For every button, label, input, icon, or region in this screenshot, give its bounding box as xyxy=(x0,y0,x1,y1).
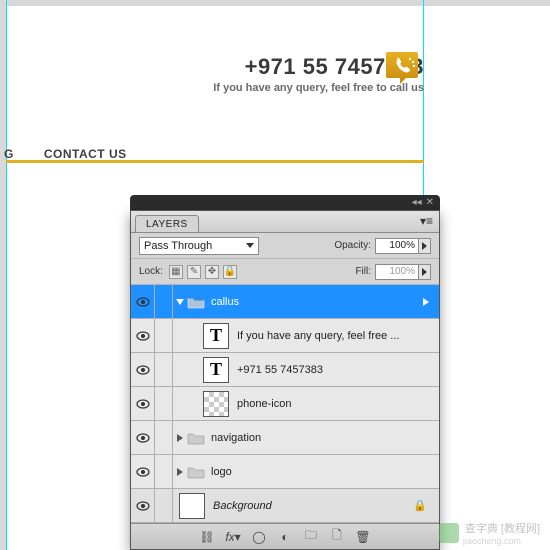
watermark-url: jiaocheng.com xyxy=(463,536,540,546)
new-layer-icon[interactable]: 🗋 xyxy=(329,529,345,545)
blend-mode-select[interactable]: Pass Through xyxy=(139,237,259,255)
guide-vertical-left[interactable] xyxy=(6,0,7,550)
layer-mask-icon[interactable]: ◯ xyxy=(251,529,267,545)
visibility-toggle-icon[interactable] xyxy=(136,297,150,307)
layer-list: callus T If you have any query, feel fre… xyxy=(131,285,439,523)
adjustment-layer-icon[interactable]: ◐ xyxy=(277,529,293,545)
panel-tab-bar: LAYERS ▾≡ xyxy=(131,211,439,233)
link-column[interactable] xyxy=(155,455,173,488)
link-column[interactable] xyxy=(155,489,173,522)
layer-style-icon[interactable]: fx▾ xyxy=(225,529,241,545)
visibility-toggle-icon[interactable] xyxy=(136,399,150,409)
layers-panel: LAYERS ▾≡ Pass Through Opacity: 100% Loc… xyxy=(130,210,440,550)
lock-all-icon[interactable]: 🔒 xyxy=(223,265,237,279)
layer-name: Background xyxy=(213,500,272,512)
layer-text-phone[interactable]: T +971 55 7457383 xyxy=(131,353,439,387)
lock-fill-row: Lock: ▦ ✎ ✥ 🔒 Fill: 100% xyxy=(131,259,439,285)
blend-mode-value: Pass Through xyxy=(144,240,212,252)
lock-position-icon[interactable]: ✥ xyxy=(205,265,219,279)
disclosure-triangle-icon[interactable] xyxy=(177,468,183,476)
visibility-toggle-icon[interactable] xyxy=(136,501,150,511)
delete-layer-icon[interactable]: 🗑 xyxy=(355,529,371,545)
fill-input[interactable]: 100% xyxy=(375,264,419,280)
opacity-input[interactable]: 100% xyxy=(375,238,419,254)
layer-name: If you have any query, feel free ... xyxy=(237,330,399,342)
nav-item-contact[interactable]: CONTACT US xyxy=(44,147,127,161)
link-column[interactable] xyxy=(155,319,173,352)
visibility-toggle-icon[interactable] xyxy=(136,433,150,443)
lock-label: Lock: xyxy=(139,266,163,277)
ruler-area-top xyxy=(0,0,550,6)
folder-icon xyxy=(187,465,205,479)
layer-text-query[interactable]: T If you have any query, feel free ... xyxy=(131,319,439,353)
layer-name: navigation xyxy=(211,432,261,444)
link-column[interactable] xyxy=(155,285,173,318)
lock-indicator-icon[interactable]: 🔒 xyxy=(413,499,427,512)
layers-tab[interactable]: LAYERS xyxy=(135,215,199,232)
link-column[interactable] xyxy=(155,353,173,386)
visibility-toggle-icon[interactable] xyxy=(136,365,150,375)
fill-flyout-icon[interactable] xyxy=(419,264,431,280)
disclosure-triangle-icon[interactable] xyxy=(177,434,183,442)
fill-label: Fill: xyxy=(355,266,371,277)
text-layer-thumb-icon: T xyxy=(203,323,229,349)
watermark: 查字典 [教程网] jiaocheng.com xyxy=(439,520,540,546)
panel-footer: ⛓ fx▾ ◯ ◐ 🗀 🗋 🗑 xyxy=(131,523,439,549)
nav-underline xyxy=(6,160,424,163)
folder-icon xyxy=(187,295,205,309)
link-layers-icon[interactable]: ⛓ xyxy=(199,529,215,545)
dropdown-arrow-icon xyxy=(246,243,254,248)
layer-name: logo xyxy=(211,466,232,478)
layer-group-callus[interactable]: callus xyxy=(131,285,439,319)
nav-item-partial[interactable]: G xyxy=(4,147,14,161)
raster-layer-thumb-icon xyxy=(203,391,229,417)
layer-name: callus xyxy=(211,296,239,308)
visibility-toggle-icon[interactable] xyxy=(136,467,150,477)
panel-drag-bar[interactable]: ◂◂ ✕ xyxy=(130,195,440,210)
layer-background[interactable]: Background 🔒 xyxy=(131,489,439,523)
panel-close-icon[interactable]: ✕ xyxy=(426,197,434,208)
folder-icon xyxy=(187,431,205,445)
watermark-logo-icon xyxy=(439,523,459,543)
lock-buttons: ▦ ✎ ✥ 🔒 xyxy=(169,265,237,279)
lock-pixels-icon[interactable]: ✎ xyxy=(187,265,201,279)
opacity-flyout-icon[interactable] xyxy=(419,238,431,254)
new-group-icon[interactable]: 🗀 xyxy=(303,529,319,545)
link-column[interactable] xyxy=(155,421,173,454)
lock-transparency-icon[interactable]: ▦ xyxy=(169,265,183,279)
layer-group-navigation[interactable]: navigation xyxy=(131,421,439,455)
layer-phone-icon[interactable]: phone-icon xyxy=(131,387,439,421)
phone-icon xyxy=(384,50,420,86)
text-layer-thumb-icon: T xyxy=(203,357,229,383)
layer-effects-arrow-icon[interactable] xyxy=(423,298,429,306)
layer-group-logo[interactable]: logo xyxy=(131,455,439,489)
disclosure-triangle-icon[interactable] xyxy=(176,299,184,305)
panel-menu-icon[interactable]: ▾≡ xyxy=(420,214,433,228)
watermark-text: 查字典 [教程网] xyxy=(465,520,540,536)
layer-name: +971 55 7457383 xyxy=(237,364,323,376)
nav-row: G CONTACT US xyxy=(6,140,424,168)
visibility-toggle-icon[interactable] xyxy=(136,331,150,341)
background-thumb-icon xyxy=(179,493,205,519)
opacity-label: Opacity: xyxy=(334,240,371,251)
panel-collapse-icon[interactable]: ◂◂ xyxy=(412,197,422,208)
blend-opacity-row: Pass Through Opacity: 100% xyxy=(131,233,439,259)
link-column[interactable] xyxy=(155,387,173,420)
layer-name: phone-icon xyxy=(237,398,291,410)
